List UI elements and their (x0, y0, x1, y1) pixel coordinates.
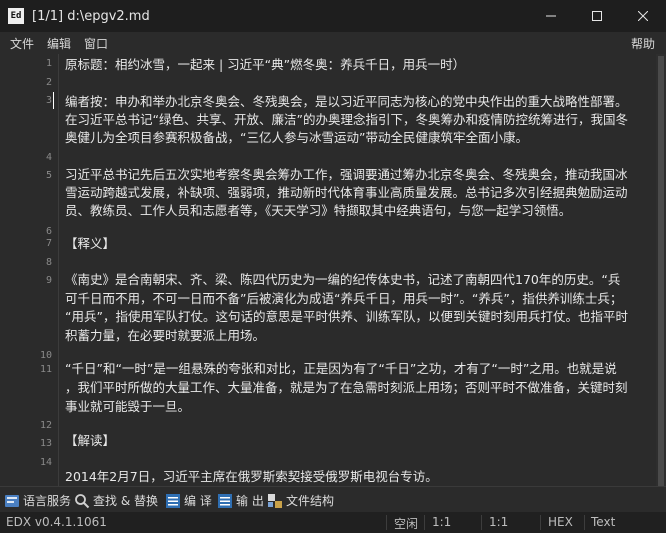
text-line: ，我们平时所做的大量工作、大量准备，就是为了在急需时刻派上用场；否则平时不做准备… (65, 380, 628, 395)
output-button[interactable]: 输 出 (217, 492, 264, 509)
file-format[interactable]: Text (591, 515, 615, 529)
title-bar: Ed [1/1] d:\epgv2.md (0, 0, 666, 32)
language-service-icon (5, 494, 19, 507)
language-service-button[interactable]: 语言服务 (4, 492, 71, 509)
line-number-gutter: 1 2 3 4 5 6 7 8 9 10 11 12 13 14 (0, 54, 58, 486)
text-line: 原标题：相约冰雪，一起来 | 习近平“典”燃冬奥：养兵千日，用兵一时） (65, 57, 466, 72)
code-text-area[interactable]: 原标题：相约冰雪，一起来 | 习近平“典”燃冬奥：养兵千日，用兵一时） 编者按：… (65, 54, 655, 486)
vertical-scrollbar[interactable] (656, 54, 666, 486)
menu-help[interactable]: 帮助 (631, 35, 655, 52)
output-label: 输 出 (236, 494, 264, 508)
line-number: 1 (45, 58, 52, 69)
line-number: 13 (39, 438, 52, 449)
version-label: EDX v0.4.1.1061 (6, 515, 107, 529)
app-icon: Ed (8, 8, 24, 24)
text-line: 积蓄力量，在必要时就要派上用场。 (65, 328, 266, 343)
text-line: 习近平总书记先后五次实地考察冬奥会筹办工作，强调要通过筹办北京冬奥会、冬残奥会，… (65, 167, 628, 182)
bottom-toolbar: 语言服务 查找 & 替换 编 译 输 出 文件结构 (0, 486, 666, 513)
editor-mode: 空闲 (394, 517, 419, 531)
text-line: “千日”和“一时”是一组悬殊的夸张和对比，正是因为有了“千日”之功，才有了“一时… (65, 361, 617, 376)
text-line: 员、教练员、工作人员和志愿者等，《天天学习》特撷取其中经典语句，与您一起学习领悟… (65, 203, 572, 218)
text-line: 可千日而不用，不可一日而不备”后被演化为成语“养兵千日，用兵一时”。“养兵”，指… (65, 291, 623, 306)
status-divider (481, 515, 482, 530)
menu-window[interactable]: 窗口 (84, 35, 108, 52)
close-button[interactable] (620, 0, 666, 32)
line-number: 14 (39, 457, 52, 468)
status-bar: EDX v0.4.1.1061 空闲 1:1 1:1 HEX Text (0, 512, 666, 533)
text-line: 奥健儿为全项目参赛积极备战，“三亿人参与冰雪运动”带动全民健康筑牢全面小康。 (65, 130, 528, 145)
text-line: 《南史》是合南朝宋、齐、梁、陈四代历史为一编的纪传体史书，记述了南朝四代170年… (65, 272, 621, 287)
menu-file[interactable]: 文件 (10, 35, 34, 52)
maximize-button[interactable] (574, 0, 620, 32)
text-line: 事业就可能毁于一旦。 (65, 399, 191, 414)
scrollbar-thumb[interactable] (658, 56, 664, 486)
line-number: 6 (45, 226, 52, 237)
compile-icon (166, 493, 180, 508)
line-number: 8 (45, 257, 52, 268)
line-number: 9 (45, 275, 52, 286)
text-line: 【释义】 (65, 236, 116, 251)
compile-label: 编 译 (184, 494, 212, 508)
file-structure-icon (268, 493, 282, 508)
maximize-icon (592, 11, 602, 21)
selection-position: 1:1 (489, 515, 509, 529)
minimize-icon (546, 15, 556, 17)
search-icon (75, 493, 90, 508)
line-number: 5 (45, 170, 52, 181)
line-number: 2 (45, 77, 52, 88)
menu-bar: 文件 编辑 窗口 帮助 (0, 32, 666, 52)
line-number: 11 (39, 364, 52, 375)
window-controls (528, 0, 666, 32)
line-number: 7 (45, 238, 52, 249)
status-divider (424, 515, 425, 530)
line-number: 3 (45, 95, 52, 106)
menu-edit[interactable]: 编辑 (47, 35, 71, 52)
status-divider (584, 515, 585, 530)
text-line: 2014年2月7日，习近平主席在俄罗斯索契接受俄罗斯电视台专访。 (65, 469, 438, 484)
editor-area[interactable]: 1 2 3 4 5 6 7 8 9 10 11 12 13 14 原标题：相约冰… (0, 54, 656, 486)
text-caret (53, 92, 54, 109)
text-line: 【解读】 (65, 433, 116, 448)
close-icon (638, 11, 648, 21)
line-number: 12 (39, 420, 52, 431)
file-structure-button[interactable]: 文件结构 (267, 492, 334, 509)
text-line: 编者按：申办和举办北京冬奥会、冬残奥会，是以习近平同志为核心的党中央作出的重大战… (65, 94, 628, 109)
find-replace-label: 查找 & 替换 (93, 494, 158, 508)
file-structure-label: 文件结构 (286, 494, 335, 508)
text-line: “用兵”，指使用军队打仗。这句话的意思是平时供养、训练军队，以便到关键时刻用兵打… (65, 309, 628, 324)
window-title: [1/1] d:\epgv2.md (32, 8, 150, 24)
text-line: 在习近平总书记“绿色、共享、开放、廉洁”的办奥理念指引下，冬奥筹办和疫情防控统筹… (65, 112, 628, 127)
compile-button[interactable]: 编 译 (165, 492, 212, 509)
encoding-mode[interactable]: HEX (548, 515, 573, 529)
gutter-separator (58, 54, 59, 486)
output-icon (218, 493, 232, 508)
cursor-position: 1:1 (432, 515, 452, 529)
status-divider (386, 515, 387, 530)
line-number: 10 (39, 350, 52, 361)
text-line: 雪运动跨越式发展，补缺项、强弱项，推动新时代体育事业高质量发展。总书记多次引经据… (65, 185, 628, 200)
language-service-label: 语言服务 (23, 494, 72, 508)
find-replace-button[interactable]: 查找 & 替换 (74, 492, 158, 509)
status-divider (540, 515, 541, 530)
minimize-button[interactable] (528, 0, 574, 32)
line-number: 4 (45, 152, 52, 163)
